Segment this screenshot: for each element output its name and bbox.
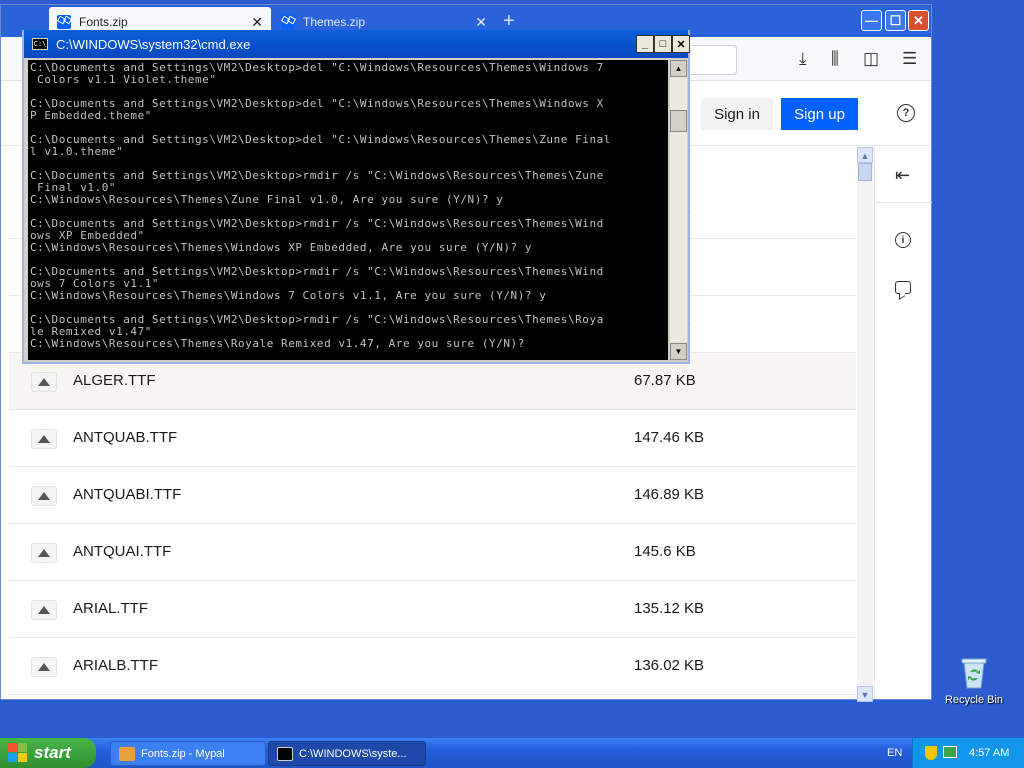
font-file-icon bbox=[31, 429, 57, 449]
font-file-icon bbox=[31, 486, 57, 506]
sidebar-toggle-icon[interactable]: ◫ bbox=[863, 49, 879, 69]
console-output: C:\Documents and Settings\VM2\Desktop>de… bbox=[30, 61, 611, 350]
maximize-button[interactable]: ☐ bbox=[885, 10, 906, 31]
font-file-icon bbox=[31, 600, 57, 620]
console-icon: C:\ bbox=[32, 38, 48, 50]
table-row[interactable]: ANTQUAB.TTF 147.46 KB bbox=[9, 410, 856, 467]
table-row[interactable]: ANTQUAI.TTF 145.6 KB bbox=[9, 524, 856, 581]
file-size: 135.12 KB bbox=[634, 600, 705, 617]
scroll-up-icon[interactable]: ▲ bbox=[670, 60, 687, 77]
cmd-titlebar[interactable]: C:\ C:\WINDOWS\system32\cmd.exe _ □ ✕ bbox=[24, 30, 690, 58]
font-file-icon bbox=[31, 543, 57, 563]
info-icon[interactable]: i bbox=[895, 232, 911, 248]
table-row[interactable]: ARIALB.TTF 136.02 KB bbox=[9, 638, 856, 695]
details-rail: ⇤ i bbox=[874, 147, 932, 699]
tab-label: Themes.zip bbox=[303, 15, 366, 29]
scroll-up-icon[interactable]: ▲ bbox=[857, 147, 873, 163]
taskbar-item-mypal[interactable]: Fonts.zip - Mypal bbox=[110, 741, 266, 766]
table-row[interactable]: ANTQUABI.TTF 146.89 KB bbox=[9, 467, 856, 524]
windows-logo-icon bbox=[8, 743, 28, 763]
file-size: 145.6 KB bbox=[634, 543, 696, 560]
minimize-button[interactable]: — bbox=[861, 10, 882, 31]
new-tab-button[interactable]: + bbox=[503, 11, 515, 31]
cmd-title: C:\WINDOWS\system32\cmd.exe bbox=[56, 36, 251, 52]
recycle-bin-shortcut[interactable]: Recycle Bin bbox=[942, 656, 1006, 706]
cmd-scrollbar[interactable]: ▲ ▼ bbox=[670, 60, 687, 360]
start-label: start bbox=[34, 743, 71, 762]
file-list-scrollbar[interactable]: ▲ ▼ bbox=[857, 147, 873, 702]
download-icon[interactable]: ⤓ bbox=[799, 49, 807, 69]
clock[interactable]: 4:57 AM bbox=[969, 747, 1009, 759]
taskbar-item-label: C:\WINDOWS\syste... bbox=[299, 747, 407, 760]
cmd-window: C:\ C:\WINDOWS\system32\cmd.exe _ □ ✕ C:… bbox=[22, 30, 690, 364]
close-button[interactable]: ✕ bbox=[672, 35, 690, 53]
taskbar-item-label: Fonts.zip - Mypal bbox=[141, 747, 225, 760]
dropbox-icon bbox=[57, 15, 71, 29]
scroll-thumb[interactable] bbox=[858, 163, 872, 181]
sign-in-button[interactable]: Sign in bbox=[701, 98, 773, 130]
close-icon[interactable]: ✕ bbox=[475, 15, 487, 29]
tab-label: Fonts.zip bbox=[79, 15, 128, 29]
file-name[interactable]: ALGER.TTF bbox=[73, 372, 156, 389]
divider bbox=[875, 202, 932, 203]
scroll-down-icon[interactable]: ▼ bbox=[857, 686, 873, 702]
close-icon[interactable]: ✕ bbox=[251, 15, 263, 29]
file-size: 136.02 KB bbox=[634, 657, 705, 674]
dropbox-icon bbox=[281, 15, 295, 29]
sign-up-button[interactable]: Sign up bbox=[781, 98, 858, 130]
console-output-area[interactable]: C:\Documents and Settings\VM2\Desktop>de… bbox=[28, 60, 668, 360]
hamburger-menu-icon[interactable]: ☰ bbox=[902, 49, 917, 69]
file-name[interactable]: ARIALB.TTF bbox=[73, 657, 158, 674]
recycle-bin-label: Recycle Bin bbox=[944, 694, 1004, 706]
file-size: 146.89 KB bbox=[634, 486, 705, 503]
collapse-panel-icon[interactable]: ⇤ bbox=[895, 165, 910, 186]
file-name[interactable]: ANTQUAB.TTF bbox=[73, 429, 177, 446]
security-shield-icon[interactable] bbox=[925, 746, 937, 760]
font-file-icon bbox=[31, 372, 57, 392]
library-icon[interactable]: ⫼ bbox=[831, 49, 839, 69]
file-size: 147.46 KB bbox=[634, 429, 705, 446]
file-name[interactable]: ANTQUABI.TTF bbox=[73, 486, 181, 503]
scroll-thumb[interactable] bbox=[670, 110, 687, 132]
language-indicator[interactable]: EN bbox=[887, 747, 902, 759]
recycle-bin-icon bbox=[961, 658, 987, 689]
maximize-button[interactable]: □ bbox=[654, 35, 672, 53]
scroll-down-icon[interactable]: ▼ bbox=[670, 343, 687, 360]
taskbar: start Fonts.zip - Mypal C:\WINDOWS\syste… bbox=[0, 738, 1024, 768]
file-size: 67.87 KB bbox=[634, 372, 696, 389]
comment-icon[interactable] bbox=[895, 281, 911, 294]
file-name[interactable]: ANTQUAI.TTF bbox=[73, 543, 171, 560]
network-icon[interactable] bbox=[943, 746, 957, 758]
console-app-icon bbox=[277, 746, 293, 761]
start-button[interactable]: start bbox=[0, 738, 96, 768]
system-tray: 4:57 AM bbox=[912, 738, 1024, 768]
file-name[interactable]: ARIAL.TTF bbox=[73, 600, 148, 617]
browser-app-icon bbox=[119, 746, 135, 761]
url-bar[interactable] bbox=[691, 45, 737, 75]
close-button[interactable]: ✕ bbox=[908, 10, 929, 31]
help-icon[interactable]: ? bbox=[897, 104, 915, 122]
taskbar-item-cmd[interactable]: C:\WINDOWS\syste... bbox=[268, 741, 426, 766]
font-file-icon bbox=[31, 657, 57, 677]
minimize-button[interactable]: _ bbox=[636, 35, 654, 53]
table-row[interactable]: ARIAL.TTF 135.12 KB bbox=[9, 581, 856, 638]
